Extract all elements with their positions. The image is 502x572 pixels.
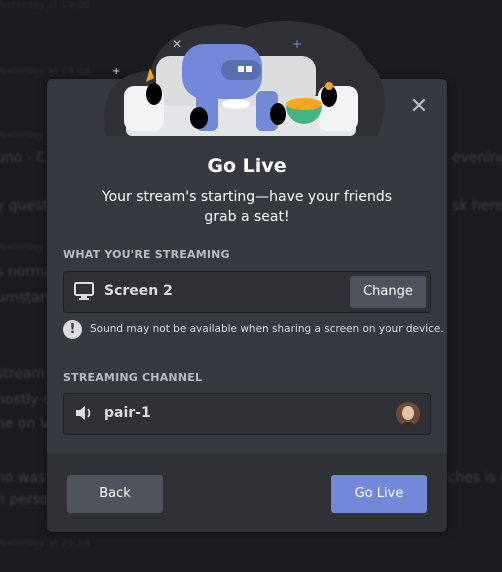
background-chat-line: evening [451,150,502,166]
background-chat-line: Yesterday at 19:00 [0,0,90,11]
warning-text: Sound may not be available when sharing … [90,323,444,335]
background-chat-line: ches is c [447,470,502,486]
background-chat-line: n perso [0,492,49,508]
avatar [396,402,420,426]
couch-illustration: ✕ + + [104,21,385,136]
svg-text:✕: ✕ [172,37,182,51]
close-icon[interactable]: ✕ [406,94,432,120]
modal-title: Go Live [207,155,287,177]
monitor-icon [74,282,94,300]
background-chat-line: s norma [0,264,53,280]
channel-name: pair-1 [104,405,151,421]
background-chat-line: Yesterday at 19:08 [0,66,90,77]
svg-text:+: + [112,66,120,77]
background-chat-line: ne on V [0,416,50,432]
background-chat-line: stream [0,366,46,382]
change-button[interactable]: Change [350,276,426,308]
background-chat-line: uno - C [0,150,47,166]
svg-text:+: + [292,37,302,51]
what-streaming-label: WHAT YOU'RE STREAMING [63,248,230,261]
background-chat-line: nostly c [0,392,51,408]
back-button[interactable]: Back [67,475,163,513]
go-live-button[interactable]: Go Live [331,475,427,513]
background-chat-line: y quest [0,198,48,214]
modal-subtitle: Your stream's starting—have your friends… [101,189,393,225]
background-chat-line: sk here. [452,198,502,214]
background-chat-line: Yesterday at 21:10 [0,538,90,549]
speaker-icon [76,406,91,420]
alert-icon: ! [63,320,82,339]
stream-source-box: Screen 2 Change [63,271,431,313]
streaming-channel-label: STREAMING CHANNEL [63,371,203,384]
sound-warning: ! Sound may not be available when sharin… [63,320,444,340]
background-chat-line: umstan [0,290,49,306]
channel-box: pair-1 [63,393,431,435]
source-name: Screen 2 [104,283,173,299]
background-chat-line: no was [0,470,46,486]
